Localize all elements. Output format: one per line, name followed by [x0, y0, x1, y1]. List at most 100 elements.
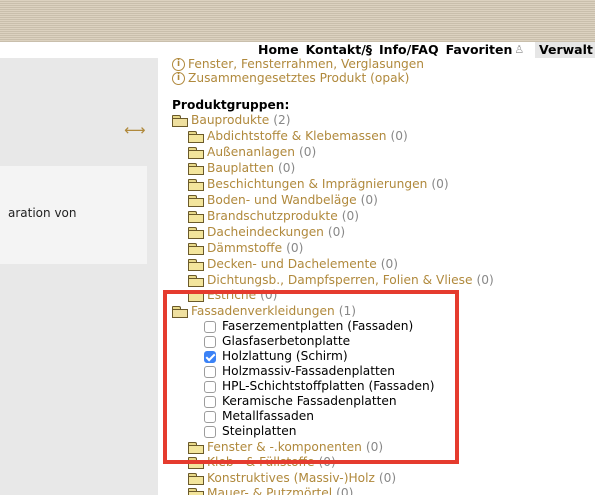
tree-label: Boden- und Wandbeläge — [207, 193, 357, 207]
checkbox[interactable] — [204, 335, 216, 348]
tree-count: (0) — [431, 177, 449, 191]
tree-item-beschichtungen[interactable]: Beschichtungen & Imprägnierungen (0) — [188, 177, 449, 192]
subitem-label: Steinplatten — [222, 424, 297, 438]
tree-count: (0) — [360, 193, 378, 207]
checkbox[interactable] — [204, 395, 216, 408]
tree-item-decken-dachelemente[interactable]: Decken- und Dachelemente (0) — [188, 257, 398, 272]
tree-count: (1) — [338, 304, 356, 318]
checkbox[interactable] — [204, 365, 216, 378]
folder-icon — [188, 211, 204, 223]
tree-label: Fenster & -.komponenten — [207, 440, 362, 454]
tree-count: (0) — [390, 129, 408, 143]
tree-label: Decken- und Dachelemente — [207, 257, 377, 271]
folder-icon — [188, 179, 204, 191]
left-panel: ⟷ aration von — [0, 58, 158, 495]
tree-item-bodenbelaege[interactable]: Boden- und Wandbeläge (0) — [188, 193, 378, 208]
tree-label: Mauer- & Putzmörtel — [207, 486, 333, 495]
folder-icon — [188, 290, 204, 302]
folder-icon — [188, 163, 204, 175]
subitem-faserzementplatten[interactable]: Faserzementplatten (Fassaden) — [204, 319, 413, 334]
tree-item-konstruktives-holz[interactable]: Konstruktives (Massiv-)Holz (0) — [188, 471, 396, 486]
tree-item-daemmstoffe[interactable]: Dämmstoffe (0) — [188, 241, 303, 256]
tree-root-bauprodukte[interactable]: Bauprodukte (2) — [172, 113, 291, 128]
folder-icon — [188, 243, 204, 255]
nav-admin-link[interactable]: Verwalt — [535, 42, 595, 58]
nav-favoriten-link[interactable]: Favoriten ♙ — [446, 42, 525, 58]
tree-label: Konstruktives (Massiv-)Holz — [207, 471, 375, 485]
folder-icon — [188, 131, 204, 143]
tree-count: (0) — [327, 225, 346, 239]
checkbox[interactable] — [204, 425, 216, 438]
tree-count: (2) — [273, 113, 291, 127]
checkbox[interactable] — [204, 410, 216, 423]
nav-home-link[interactable]: Home — [258, 42, 299, 58]
tree-label: Dämmstoffe — [207, 241, 283, 255]
tree-count: (0) — [378, 471, 397, 485]
tree-item-estriche[interactable]: Estriche (0) — [188, 288, 277, 303]
left-box-text: aration von — [8, 206, 77, 220]
tree-count: (0) — [336, 486, 354, 495]
subitem-holzlattung[interactable]: Holzlattung (Schirm) — [204, 349, 348, 364]
subitem-hpl[interactable]: HPL-Schichtstoffplatten (Fassaden) — [204, 379, 434, 394]
tree-label: Beschichtungen & Imprägnierungen — [207, 177, 428, 191]
folder-icon — [188, 457, 204, 469]
tree-count: (0) — [380, 257, 399, 271]
subitem-keramische[interactable]: Keramische Fassadenplatten — [204, 394, 397, 409]
person-icon: ♙ — [514, 43, 525, 56]
folder-icon — [188, 473, 204, 485]
checkbox[interactable] — [204, 320, 216, 333]
tree-label: Abdichtstoffe & Klebemassen — [207, 129, 387, 143]
tree-item-brandschutz[interactable]: Brandschutzprodukte (0) — [188, 209, 359, 224]
tree-count: (0) — [341, 209, 359, 223]
subitem-label: Faserzementplatten (Fassaden) — [222, 319, 414, 333]
subitem-label: Holzmassiv-Fassadenplatten — [222, 364, 395, 378]
tree-item-klebstoffe[interactable]: Kleb - & Füllstoffe (0) — [188, 455, 336, 470]
tree-item-abdichtstoffe[interactable]: Abdichtstoffe & Klebemassen (0) — [188, 129, 408, 144]
folder-icon — [188, 442, 204, 454]
nav-favoriten-label: Favoriten — [445, 42, 513, 57]
tree-item-dichtungsbahnen[interactable]: Dichtungsb., Dampfsperren, Folien & Vlie… — [188, 273, 494, 288]
tree-item-mauermoertel[interactable]: Mauer- & Putzmörtel (0) — [188, 486, 353, 495]
tree-count: (0) — [277, 161, 296, 175]
subitem-metallfassaden[interactable]: Metallfassaden — [204, 409, 314, 424]
expand-arrows-icon[interactable]: ⟷ — [124, 122, 146, 138]
open-folder-icon — [172, 115, 188, 127]
subitem-label: Metallfassaden — [222, 409, 314, 423]
subitem-label: Holzlattung (Schirm) — [222, 349, 348, 363]
tree-item-fenster[interactable]: Fenster & -.komponenten (0) — [188, 440, 383, 455]
folder-icon — [188, 147, 204, 159]
product-groups-heading: Produktgruppen: — [172, 98, 290, 112]
tree-item-bauplatten[interactable]: Bauplatten (0) — [188, 161, 295, 176]
tree-count: (0) — [365, 440, 384, 454]
subitem-holzmassiv[interactable]: Holzmassiv-Fassadenplatten — [204, 364, 395, 379]
top-navigation: Home Kontakt/§ Info/FAQ Favoriten ♙ Verw… — [0, 42, 595, 58]
tree-label: Außenanlagen — [207, 145, 295, 159]
subitem-label: Keramische Fassadenplatten — [222, 394, 397, 408]
tree-count: (0) — [260, 288, 278, 302]
tree-count: (0) — [298, 145, 317, 159]
info-icon: i — [172, 58, 185, 71]
tree-label: Kleb - & Füllstoffe — [207, 455, 315, 469]
subitem-steinplatten[interactable]: Steinplatten — [204, 424, 297, 439]
checkbox-checked[interactable] — [204, 350, 216, 363]
tree-item-aussenanlagen[interactable]: Außenanlagen (0) — [188, 145, 316, 160]
nav-info-link[interactable]: Info/FAQ — [379, 42, 439, 58]
nav-kontakt-link[interactable]: Kontakt/§ — [306, 42, 372, 58]
tree-label: Fassadenverkleidungen — [191, 304, 335, 318]
header-banner — [0, 0, 595, 43]
product-group-panel: i Fenster, Fensterrahmen, Verglasungen i… — [158, 58, 595, 495]
tree-item-dacheindeckungen[interactable]: Dacheindeckungen (0) — [188, 225, 345, 240]
folder-icon — [188, 259, 204, 271]
info-icon: i — [172, 71, 185, 85]
tree-label: Bauprodukte — [191, 113, 270, 127]
open-folder-icon — [172, 306, 188, 318]
tree-label: Bauplatten — [207, 161, 274, 175]
tree-label: Dichtungsb., Dampfsperren, Folien & Vlie… — [207, 273, 473, 287]
info-link-zusammengesetzt[interactable]: i Zusammengesetztes Produkt (opak) — [172, 70, 409, 86]
info-link-label: Zusammengesetztes Produkt (opak) — [188, 71, 410, 85]
checkbox[interactable] — [204, 380, 216, 393]
subitem-glasfaserbetonplatte[interactable]: Glasfaserbetonplatte — [204, 334, 350, 349]
tree-item-fassadenverkleidungen[interactable]: Fassadenverkleidungen (1) — [172, 304, 356, 319]
subitem-label: HPL-Schichtstoffplatten (Fassaden) — [222, 379, 435, 393]
tree-label: Dacheindeckungen — [207, 225, 324, 239]
